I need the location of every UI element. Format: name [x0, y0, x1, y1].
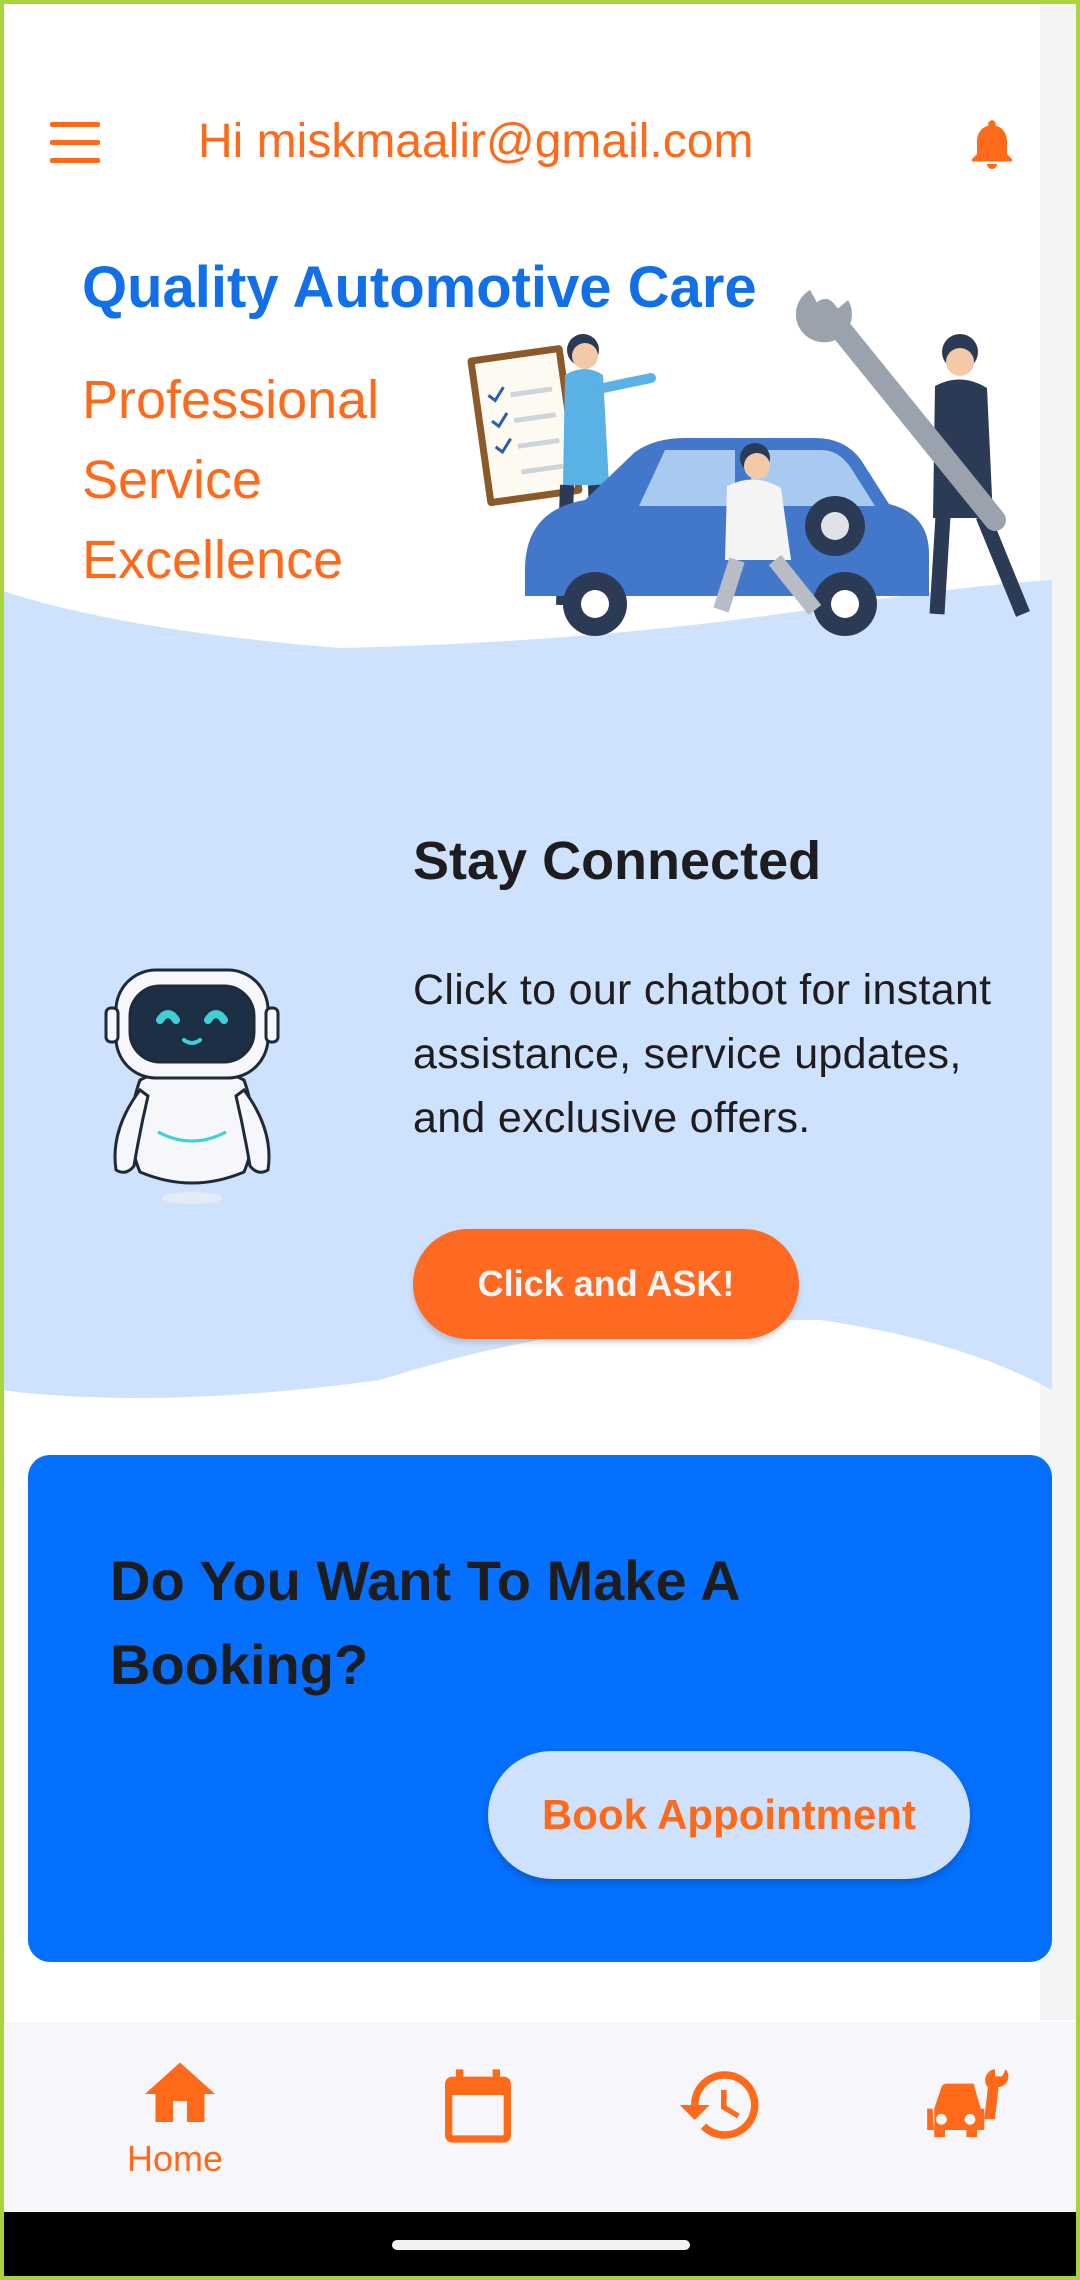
chatbot-robot-icon[interactable] [100, 960, 285, 1210]
greeting-text: Hi miskmaalir@gmail.com [198, 115, 754, 168]
hero-title: Quality Automotive Care [82, 255, 757, 320]
chat-section-title: Stay Connected [413, 831, 822, 891]
nav-car-service[interactable] [890, 2022, 1030, 2212]
history-icon [679, 2071, 759, 2139]
book-appointment-button[interactable]: Book Appointment [488, 1751, 970, 1879]
booking-title: Do You Want To Make A Booking? [110, 1549, 739, 1696]
bell-icon[interactable] [962, 112, 1022, 176]
hamburger-menu-icon[interactable] [48, 122, 104, 166]
nav-history[interactable] [650, 2022, 790, 2212]
home-icon [145, 2062, 215, 2122]
bottom-navigation: Home [0, 2022, 1080, 2212]
calendar-icon [445, 2069, 511, 2143]
booking-card: Do You Want To Make A Booking? Book Appo… [28, 1455, 1052, 1962]
nav-home[interactable]: Home [100, 2022, 260, 2212]
chat-section-description: Click to our chatbot for instant assista… [413, 966, 992, 1142]
nav-calendar[interactable] [410, 2022, 550, 2212]
nav-home-label: Home [127, 2138, 224, 2179]
hero-subtitle: Professional Service Excellence [82, 370, 380, 590]
system-home-gesture-pill[interactable] [392, 2240, 690, 2250]
ask-chatbot-button[interactable]: Click and ASK! [413, 1229, 799, 1339]
car-service-icon [927, 2069, 1009, 2138]
car-service-illustration [467, 290, 1030, 636]
app-header: Hi miskmaalir@gmail.com [0, 0, 1080, 230]
